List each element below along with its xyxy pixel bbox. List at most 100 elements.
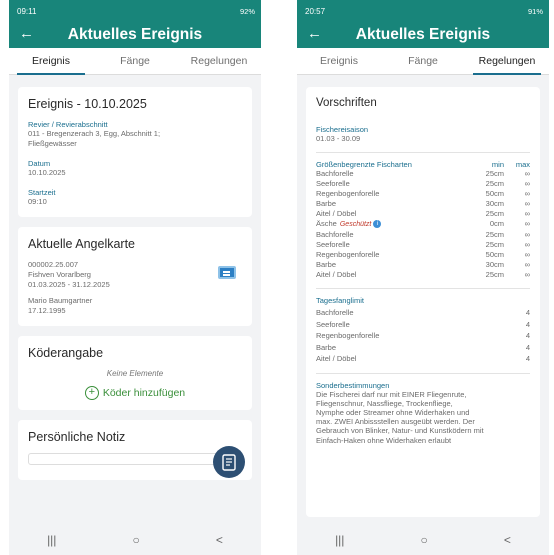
startzeit-value: 09:10 <box>28 197 47 206</box>
system-nav-bar: ||| ○ < <box>9 525 261 555</box>
system-nav-bar: ||| ○ < <box>297 525 549 555</box>
size-table-row: Seeforelle 25cm ∞ <box>316 240 530 250</box>
limit-row: Regenbogenforelle 4 <box>316 330 530 342</box>
tab-faenge[interactable]: Fänge <box>381 48 465 74</box>
min-header: min <box>491 160 504 169</box>
size-table-row: Seeforelle 25cm ∞ <box>316 179 530 189</box>
note-title: Persönliche Notiz <box>28 430 126 444</box>
tab-bar: Ereignis Fänge Regelungen <box>297 48 549 75</box>
fish-min: 25cm <box>485 179 504 188</box>
sonder-line: max. ZWEI Anbissstellen ausgeübt werden.… <box>316 417 475 427</box>
back-arrow-icon[interactable]: ← <box>307 25 322 42</box>
fish-max: ∞ <box>524 189 530 198</box>
back-nav-icon[interactable]: < <box>504 533 511 547</box>
fish-max: ∞ <box>524 219 530 228</box>
note-input[interactable] <box>28 453 242 465</box>
license-title: Aktuelle Angelkarte <box>28 237 136 251</box>
home-icon[interactable]: ○ <box>133 533 140 547</box>
limit-row: Barbe 4 <box>316 342 530 354</box>
add-bait-button[interactable]: + Köder hinzufügen <box>28 386 242 400</box>
fish-name: Äsche Geschützt i <box>316 219 466 230</box>
status-bar: 09:11 92% <box>9 0 261 22</box>
fish-max: ∞ <box>524 270 530 279</box>
app-bar: ← Aktuelles Ereignis <box>297 22 549 48</box>
sonder-line: Die Fischerei darf nur mit EINER Fliegen… <box>316 389 467 399</box>
fish-name: Aitel / Döbel <box>316 209 357 218</box>
size-table-row: Bachforelle 25cm ∞ <box>316 169 530 179</box>
document-icon <box>222 453 236 471</box>
license-period: 01.03.2025 - 31.12.2025 <box>28 280 110 289</box>
fish-max: ∞ <box>524 209 530 218</box>
page-title: Aktuelles Ereignis <box>355 26 491 43</box>
saison-label: Fischereisaison <box>316 125 369 134</box>
size-table-body: Bachforelle 25cm ∞ Seeforelle 25cm ∞ Regenboge… <box>316 169 530 280</box>
license-org: Fishven Vorarlberg <box>28 270 91 279</box>
recent-apps-icon[interactable]: ||| <box>47 533 56 547</box>
divider <box>316 372 530 374</box>
back-nav-icon[interactable]: < <box>216 533 223 547</box>
fish-min: 50cm <box>485 250 504 259</box>
tab-ereignis[interactable]: Ereignis <box>297 48 381 74</box>
regulations-card: Vorschriften Fischereisaison 01.03 - 30.… <box>306 87 540 517</box>
fish-min: 30cm <box>485 199 504 208</box>
home-icon[interactable]: ○ <box>421 533 428 547</box>
recent-apps-icon[interactable]: ||| <box>335 533 344 547</box>
size-table-row: Barbe 30cm ∞ <box>316 199 530 209</box>
limit-fish-name: Aitel / Döbel <box>316 354 357 363</box>
tab-ereignis[interactable]: Ereignis <box>9 48 93 75</box>
status-battery: 92% <box>239 6 255 16</box>
license-card[interactable]: Aktuelle Angelkarte 000002.25.007 Fishve… <box>18 227 252 326</box>
back-arrow-icon[interactable]: ← <box>19 25 34 42</box>
limit-value: 4 <box>525 342 530 352</box>
fish-min: 30cm <box>485 260 504 269</box>
vorschriften-title: Vorschriften <box>316 97 377 109</box>
fish-max: ∞ <box>524 179 530 188</box>
sonder-line: Gebrauch von Blinker, Natur- und Kunstkö… <box>316 426 484 436</box>
license-card-icon[interactable] <box>218 266 236 279</box>
fish-max: ∞ <box>524 250 530 259</box>
limit-value: 4 <box>525 354 530 363</box>
sonder-text: Die Fischerei darf nur mit EINER Fliegen… <box>316 390 530 445</box>
fish-min: 0cm <box>489 219 504 228</box>
tab-regelungen[interactable]: Regelungen <box>465 48 549 75</box>
sonder-line: Nymphe oder Streamer ohne Widerhaken und <box>316 407 470 417</box>
fish-name: Regenbogenforelle <box>316 250 380 259</box>
size-table-row: Regenbogenforelle 50cm ∞ <box>316 189 530 199</box>
divider <box>316 152 530 153</box>
limit-value: 4 <box>525 308 530 317</box>
fish-name: Barbe <box>316 199 337 208</box>
info-icon[interactable]: i <box>373 220 382 229</box>
revier-label: Revier / Revierabschnitt <box>28 120 108 129</box>
datum-value: 10.10.2025 <box>28 168 66 177</box>
bait-empty-text: Keine Elemente <box>106 369 164 378</box>
divider <box>316 288 530 289</box>
limit-list: Bachforelle 4 Seeforelle 4 Regenbogenforelle… <box>316 307 530 365</box>
license-number: 000002.25.007 <box>28 260 79 269</box>
size-table-row: Aitel / Döbel 25cm ∞ <box>316 209 530 219</box>
status-bar: 20:57 91% <box>297 0 549 22</box>
document-fab-button[interactable] <box>213 446 245 478</box>
app-bar: ← Aktuelles Ereignis <box>9 22 261 48</box>
status-battery: 91% <box>527 6 543 16</box>
size-table-row: Regenbogenforelle 50cm ∞ <box>316 250 530 260</box>
tab-faenge[interactable]: Fänge <box>93 48 177 74</box>
event-card: Ereignis - 10.10.2025 Revier / Revierabs… <box>18 87 252 217</box>
fish-name: Seeforelle <box>316 240 350 249</box>
fish-name: Seeforelle <box>316 179 350 188</box>
phone-ereignis: 09:11 92% ← Aktuelles Ereignis Ereignis … <box>9 0 261 555</box>
limit-value: 4 <box>525 319 530 329</box>
protected-badge: Geschützt <box>339 221 372 228</box>
limit-fish-name: Regenbogenforelle <box>316 331 380 340</box>
content: Vorschriften Fischereisaison 01.03 - 30.… <box>297 75 549 517</box>
size-table-row: Barbe 30cm ∞ <box>316 260 530 270</box>
fish-min: 25cm <box>485 209 504 218</box>
limit-row: Bachforelle 4 <box>316 307 530 319</box>
sonder-line: Fliegenschnur, Nassfliege, Trockenfliege… <box>316 398 453 408</box>
status-time: 09:11 <box>17 6 37 16</box>
fish-max: ∞ <box>524 240 530 249</box>
startzeit-label: Startzeit <box>28 188 56 197</box>
fish-name: Aitel / Döbel <box>316 270 357 279</box>
limit-value: 4 <box>525 331 530 340</box>
limit-fish-name: Bachforelle <box>316 308 354 317</box>
tab-regelungen[interactable]: Regelungen <box>177 48 261 74</box>
